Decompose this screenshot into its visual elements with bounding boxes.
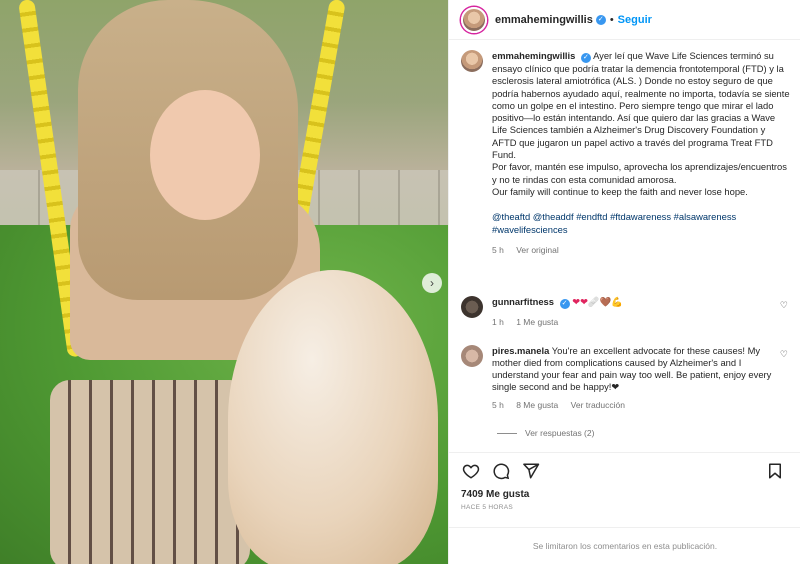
verified-badge-icon: ✓ xyxy=(595,14,606,25)
post-side-panel: emmahemingwillis ✓ • Seguir emmahemingwi… xyxy=(448,0,800,564)
comment-username[interactable]: pires.manela xyxy=(492,345,549,356)
comment-likes[interactable]: 8 Me gusta xyxy=(516,400,558,410)
post-photo[interactable]: › xyxy=(0,0,448,564)
translate-link[interactable]: Ver traducción xyxy=(571,400,625,410)
chevron-right-icon: › xyxy=(430,276,434,290)
caption-username[interactable]: emmahemingwillis xyxy=(492,50,575,61)
comment-username[interactable]: gunnarfitness xyxy=(492,296,554,307)
likes-count[interactable]: 7409 Me gusta xyxy=(461,489,529,500)
comments-disabled-notice: Se limitaron los comentarios en esta pub… xyxy=(449,527,800,564)
comment-meta: 1 h 1 Me gusta xyxy=(492,316,782,328)
comment-like-heart-icon[interactable]: ♡ xyxy=(780,349,788,360)
bookmark-icon[interactable] xyxy=(765,461,785,481)
comment-icon[interactable] xyxy=(491,461,511,481)
comment-time: 5 h xyxy=(492,400,504,410)
view-replies-button[interactable]: Ver respuestas (2) xyxy=(497,428,594,438)
caption-time: 5 h xyxy=(492,244,504,255)
follow-button[interactable]: Seguir xyxy=(618,14,652,26)
heart-icon[interactable] xyxy=(461,461,481,481)
verified-badge-icon: ✓ xyxy=(559,299,570,309)
replies-divider xyxy=(497,432,517,434)
comment-like-heart-icon[interactable]: ♡ xyxy=(780,300,788,311)
caption-text-1: Ayer leí que Wave Life Sciences terminó … xyxy=(492,50,790,161)
author-username[interactable]: emmahemingwillis xyxy=(495,14,593,26)
carousel-next-button[interactable]: › xyxy=(422,273,442,293)
caption-text-3: Our family will continue to keep the fai… xyxy=(492,185,748,197)
share-icon[interactable] xyxy=(521,461,541,481)
caption-hashtags[interactable]: @theaftd @theaddf #endftd #ftdawareness … xyxy=(492,211,790,236)
view-replies-label: Ver respuestas (2) xyxy=(525,428,595,438)
comment-likes[interactable]: 1 Me gusta xyxy=(516,317,558,327)
see-original-link[interactable]: Ver original xyxy=(516,245,559,255)
comment-time: 1 h xyxy=(492,317,504,327)
commenter-avatar[interactable] xyxy=(461,345,483,367)
verified-badge-icon: ✓ xyxy=(580,53,591,63)
commenter-avatar[interactable] xyxy=(461,296,483,318)
caption-text-2: Por favor, mantén ese impulso, aprovecha… xyxy=(492,161,787,185)
caption-avatar[interactable] xyxy=(461,50,483,72)
post-timestamp: HACE 5 HORAS xyxy=(461,504,514,511)
post-caption: emmahemingwillis ✓ Ayer leí que Wave Lif… xyxy=(461,50,790,256)
photo-child-face xyxy=(150,90,260,220)
separator-dot: • xyxy=(609,13,614,26)
comment: gunnarfitness ✓ ❤❤🩹🤎💪 1 h 1 Me gusta ♡ xyxy=(461,296,790,328)
author-avatar[interactable] xyxy=(461,6,487,33)
photo-golden-retriever xyxy=(228,270,438,564)
comment: pires.manela You're an excellent advocat… xyxy=(461,345,790,411)
comment-meta: 5 h 8 Me gusta Ver traducción xyxy=(492,399,782,411)
post-actions xyxy=(449,452,800,488)
photo-plaid-skirt xyxy=(50,380,250,564)
post-header: emmahemingwillis ✓ • Seguir xyxy=(449,0,800,40)
comment-text: ❤❤🩹🤎💪 xyxy=(572,296,623,307)
caption-meta: 5 h Ver original xyxy=(492,244,790,256)
